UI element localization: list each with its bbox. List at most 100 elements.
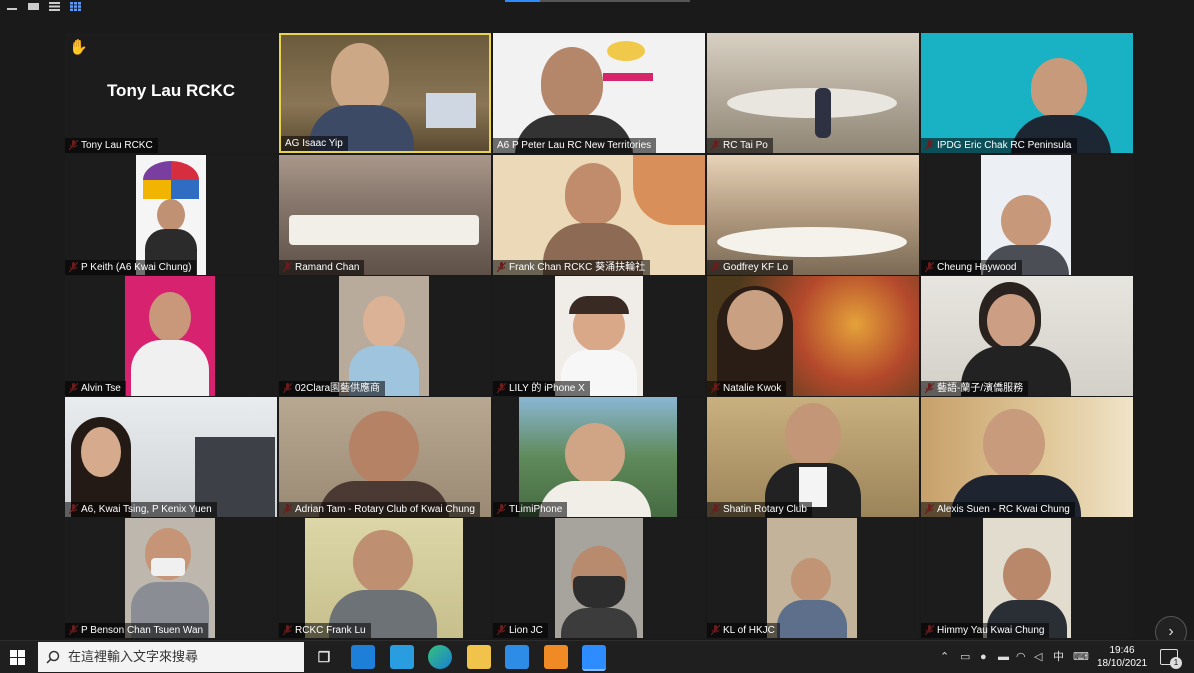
participant-face bbox=[1001, 195, 1051, 247]
clock-time: 19:46 bbox=[1109, 645, 1135, 656]
participant-name: P Keith (A6 Kwai Chung) bbox=[65, 260, 197, 275]
tray-ime-indicator[interactable]: 中 bbox=[1053, 641, 1064, 673]
dinner-table bbox=[717, 227, 907, 257]
participant-name: 藝語-蘭子/濱僑服務 bbox=[921, 381, 1029, 396]
edge-browser-icon[interactable] bbox=[428, 645, 452, 669]
taskbar-clock[interactable]: 19:46 18/10/2021 bbox=[1094, 644, 1150, 670]
search-icon bbox=[46, 650, 60, 664]
windows-start-icon[interactable] bbox=[10, 650, 25, 665]
video-tile[interactable]: A6, Kwai Tsing, P Kenix Yuen bbox=[65, 397, 277, 517]
participant-face bbox=[363, 296, 405, 348]
participant-name: Himmy Yau Kwai Chung bbox=[921, 623, 1050, 638]
participant-face bbox=[81, 427, 121, 477]
raise-hand-icon: ✋ bbox=[69, 39, 88, 56]
minimize-icon[interactable] bbox=[7, 2, 17, 11]
video-tile[interactable]: Frank Chan RCKC 葵涌扶輪社 bbox=[493, 155, 705, 275]
slides-app-icon[interactable] bbox=[544, 645, 568, 669]
participant-name: Shatin Rotary Club bbox=[707, 502, 812, 517]
page-indicator-active bbox=[505, 0, 540, 2]
participant-name: P Benson Chan Tsuen Wan bbox=[65, 623, 209, 638]
video-tile[interactable]: LILY 的 iPhone X bbox=[493, 276, 705, 396]
participant-face bbox=[785, 403, 841, 467]
standing-person bbox=[815, 88, 831, 138]
participant-name: Ramand Chan bbox=[279, 260, 365, 275]
video-tile[interactable]: IPDG Eric Chak RC Peninsula bbox=[921, 33, 1133, 153]
lync-app-icon[interactable] bbox=[390, 645, 414, 669]
tray-battery-icon[interactable]: ▬ bbox=[998, 641, 1009, 673]
video-tile[interactable]: P Benson Chan Tsuen Wan bbox=[65, 518, 277, 638]
participant-name: 02Clara園藝供應商 bbox=[279, 381, 386, 396]
chevron-right-icon: › bbox=[1168, 623, 1174, 640]
video-tile[interactable]: Shatin Rotary Club bbox=[707, 397, 919, 517]
participant-name: Natalie Kwok bbox=[707, 381, 787, 396]
participant-name: Adrian Tam - Rotary Club of Kwai Chung bbox=[279, 502, 480, 517]
video-tile[interactable]: A6 P Peter Lau RC New Territories bbox=[493, 33, 705, 153]
task-view-icon[interactable]: ❐ bbox=[312, 645, 336, 669]
tray-chevron-up-icon[interactable]: ⌃ bbox=[940, 641, 949, 673]
word-app-icon[interactable] bbox=[505, 645, 529, 669]
file-explorer-icon[interactable] bbox=[467, 645, 491, 669]
video-tile[interactable]: Alexis Suen - RC Kwai Chung bbox=[921, 397, 1133, 517]
tray-wifi-icon[interactable]: ◠ bbox=[1016, 641, 1026, 673]
windows-taskbar: 在這裡輸入文字來搜尋 ❐ ⌃ ▭ ● ▬ ◠ ◁ 中 ⌨ 19:46 18/10… bbox=[0, 640, 1194, 673]
speaker-view-icon[interactable] bbox=[28, 2, 39, 11]
participant-name: LILY 的 iPhone X bbox=[493, 381, 590, 396]
participant-face bbox=[727, 290, 783, 350]
participant-name: Alvin Tse bbox=[65, 381, 126, 396]
face-mask bbox=[573, 576, 625, 608]
participant-face bbox=[1003, 548, 1051, 602]
tray-network-icon[interactable]: ▭ bbox=[960, 641, 970, 673]
video-tile[interactable]: ✋ Tony Lau RCKC Tony Lau RCKC bbox=[65, 33, 277, 153]
video-feed-room bbox=[707, 155, 919, 275]
list-view-icon[interactable] bbox=[49, 2, 60, 11]
participant-face bbox=[541, 47, 603, 119]
round-tables bbox=[727, 88, 897, 118]
participant-face bbox=[565, 423, 625, 485]
wall-tree-art bbox=[633, 155, 705, 225]
video-tile[interactable]: RCKC Frank Lu bbox=[279, 518, 491, 638]
video-gallery: ✋ Tony Lau RCKC Tony Lau RCKC AG Isaac Y… bbox=[65, 33, 1133, 638]
mail-app-icon[interactable] bbox=[351, 645, 375, 669]
participant-face bbox=[353, 530, 413, 594]
taskbar-search-box[interactable]: 在這裡輸入文字來搜尋 bbox=[38, 642, 304, 672]
tray-volume-icon[interactable]: ◁ bbox=[1034, 641, 1042, 673]
notification-count-badge: 1 bbox=[1170, 657, 1182, 669]
participant-face bbox=[791, 558, 831, 602]
video-tile[interactable]: Lion JC bbox=[493, 518, 705, 638]
video-tile[interactable]: RC Tai Po bbox=[707, 33, 919, 153]
participant-name: Cheung Haywood bbox=[921, 260, 1022, 275]
tray-keyboard-icon[interactable]: ⌨ bbox=[1073, 641, 1089, 673]
video-tile[interactable]: 02Clara園藝供應商 bbox=[279, 276, 491, 396]
participant-name: Alexis Suen - RC Kwai Chung bbox=[921, 502, 1075, 517]
video-tile[interactable]: TLimiPhone bbox=[493, 397, 705, 517]
participant-body bbox=[561, 608, 637, 638]
zoom-app-icon[interactable] bbox=[582, 645, 606, 671]
video-tile[interactable]: P Keith (A6 Kwai Chung) bbox=[65, 155, 277, 275]
participant-face bbox=[565, 163, 621, 225]
video-tile[interactable]: Himmy Yau Kwai Chung bbox=[921, 518, 1133, 638]
video-tile[interactable]: Ramand Chan bbox=[279, 155, 491, 275]
video-tile[interactable]: Natalie Kwok bbox=[707, 276, 919, 396]
participant-name: Lion JC bbox=[493, 623, 548, 638]
gallery-view-icon[interactable] bbox=[70, 2, 81, 11]
participant-name: Tony Lau RCKC bbox=[65, 138, 158, 153]
participant-name: Godfrey KF Lo bbox=[707, 260, 794, 275]
rotary-banner bbox=[643, 38, 698, 76]
video-tile[interactable]: KL of HKJC bbox=[707, 518, 919, 638]
participant-body bbox=[131, 340, 209, 396]
video-tile-active-speaker[interactable]: AG Isaac Yip bbox=[279, 33, 491, 153]
video-tile[interactable]: Adrian Tam - Rotary Club of Kwai Chung bbox=[279, 397, 491, 517]
rotary-wheel-icon bbox=[607, 41, 645, 61]
video-tile[interactable]: Alvin Tse bbox=[65, 276, 277, 396]
banner-stripe bbox=[603, 73, 653, 81]
participant-name: RCKC Frank Lu bbox=[279, 623, 371, 638]
participant-name: A6 P Peter Lau RC New Territories bbox=[493, 138, 657, 153]
clock-date: 18/10/2021 bbox=[1096, 658, 1148, 669]
tray-mic-icon[interactable]: ● bbox=[980, 641, 987, 673]
video-tile[interactable]: Cheung Haywood bbox=[921, 155, 1133, 275]
video-tile[interactable]: 藝語-蘭子/濱僑服務 bbox=[921, 276, 1133, 396]
shirt-front bbox=[799, 467, 827, 507]
participant-face bbox=[1031, 58, 1087, 118]
participant-face bbox=[349, 411, 419, 485]
video-tile[interactable]: Godfrey KF Lo bbox=[707, 155, 919, 275]
